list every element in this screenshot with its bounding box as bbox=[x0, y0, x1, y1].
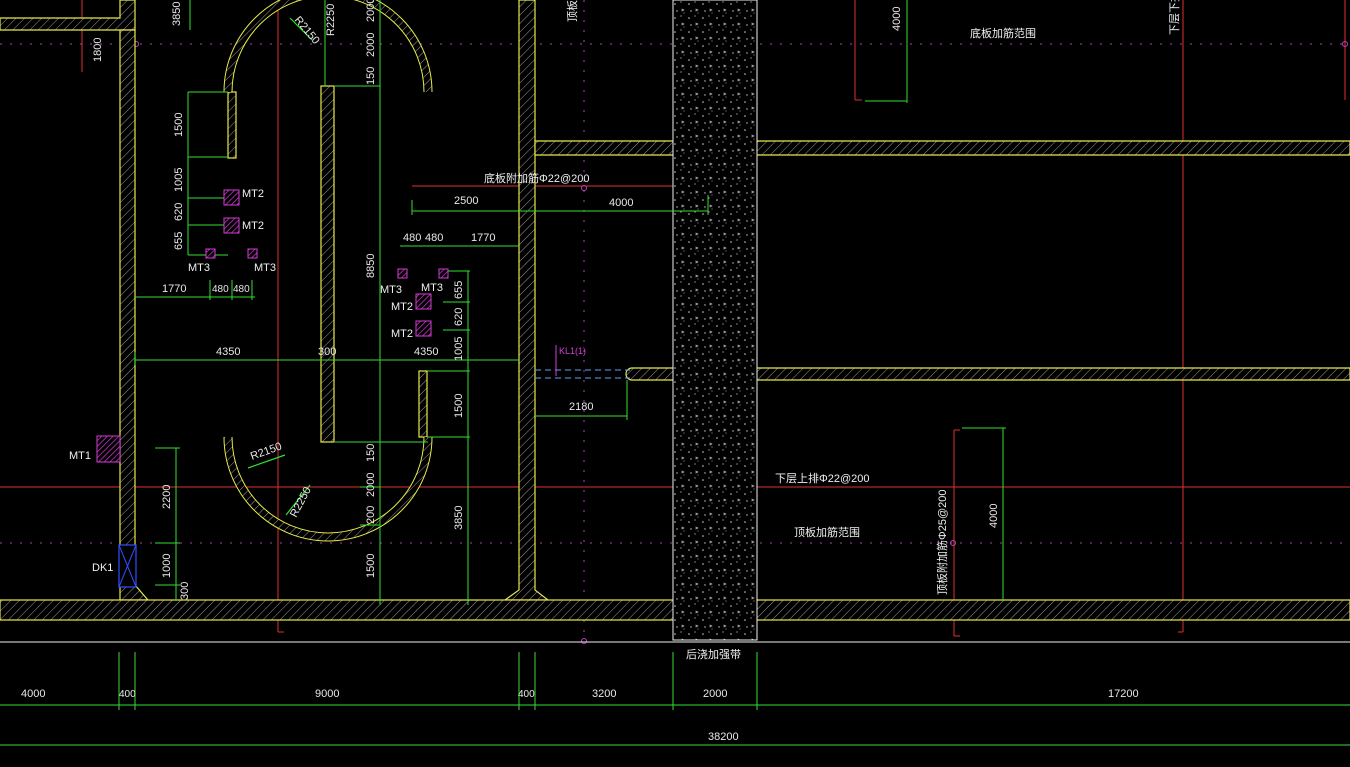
label-top-bars-side: 顶板附加筋Φ25@200 bbox=[935, 489, 949, 595]
mt2-box-d[interactable] bbox=[415, 320, 432, 337]
dim-1800: 1800 bbox=[92, 38, 104, 62]
bottom-dim-9000: 9000 bbox=[315, 688, 339, 700]
dim-2180: 2180 bbox=[569, 401, 593, 413]
bottom-dim-400b: 400 bbox=[518, 689, 535, 700]
mt-components[interactable] bbox=[96, 189, 449, 588]
label-mt3-d: MT3 bbox=[421, 282, 443, 294]
mt2-box-c[interactable] bbox=[415, 293, 432, 310]
dim-200-bot: 200 bbox=[365, 506, 377, 524]
label-mt3-a: MT3 bbox=[188, 262, 210, 274]
dim-4350-left: 4350 bbox=[216, 346, 240, 358]
dim-2500: 2500 bbox=[454, 195, 478, 207]
dim-480-l2: 480 bbox=[233, 284, 250, 295]
label-bottom-bars: 底板附加筋Φ22@200 bbox=[484, 171, 590, 185]
label-mt2-c: MT2 bbox=[391, 301, 413, 313]
mt3-box-c[interactable] bbox=[397, 268, 408, 279]
cad-drawing-canvas[interactable]: 底板加筋范围 下层下排 底板附加筋Φ22@200 顶板 下层上排Φ22@200 … bbox=[0, 0, 1350, 767]
dim-2000-bot: 2000 bbox=[365, 473, 377, 497]
label-mt2-d: MT2 bbox=[391, 328, 413, 340]
dim-8850: 8850 bbox=[365, 254, 377, 278]
dim-2000-a: 2000 bbox=[365, 0, 377, 22]
dim-620-left: 620 bbox=[173, 203, 185, 221]
dim-655-right: 655 bbox=[453, 281, 465, 299]
dim-3850-top: 3850 bbox=[171, 2, 183, 26]
label-mt3-c: MT3 bbox=[380, 284, 402, 296]
bottom-dim-3200: 3200 bbox=[592, 688, 616, 700]
mt1-box[interactable] bbox=[96, 435, 121, 463]
label-mt1: MT1 bbox=[69, 450, 91, 462]
mt2-box-a[interactable] bbox=[223, 189, 240, 206]
dim-1500-bot: 1500 bbox=[365, 554, 377, 578]
dim-4000-bottom-right: 4000 bbox=[988, 504, 1000, 528]
label-next-layer-top: 下层下排 bbox=[1167, 0, 1181, 35]
dk1-box[interactable] bbox=[118, 544, 137, 588]
bottom-dimension-lines bbox=[0, 652, 1350, 746]
mt2-box-b[interactable] bbox=[223, 217, 240, 234]
bottom-dim-17200: 17200 bbox=[1108, 688, 1139, 700]
label-bottom-reinforce-range: 底板加筋范围 bbox=[970, 26, 1036, 40]
label-joint-strip: 后浇加强带 bbox=[686, 648, 741, 661]
dim-1000: 1000 bbox=[161, 554, 173, 578]
bottom-dim-4000: 4000 bbox=[21, 688, 45, 700]
bottom-dim-2000: 2000 bbox=[703, 688, 727, 700]
label-mt2-a: MT2 bbox=[242, 188, 264, 200]
dim-150-top: 150 bbox=[365, 67, 377, 85]
dim-1770-right: 1770 bbox=[471, 232, 495, 244]
dim-480-r1: 480 bbox=[403, 232, 421, 244]
dim-1005-left: 1005 bbox=[173, 168, 185, 192]
label-mt3-b: MT3 bbox=[254, 262, 276, 274]
dim-4000-mid: 4000 bbox=[609, 197, 633, 209]
label-beam-top: 顶板 bbox=[565, 0, 579, 22]
dim-r2250-bot: R2250 bbox=[288, 485, 314, 519]
bottom-dim-38200: 38200 bbox=[708, 731, 739, 743]
dim-3850-bot: 3850 bbox=[453, 506, 465, 530]
dim-480-r2: 480 bbox=[425, 232, 443, 244]
dim-150-bot: 150 bbox=[365, 444, 377, 462]
label-dk1: DK1 bbox=[92, 562, 113, 574]
label-top-reinforce-range: 顶板加筋范围 bbox=[794, 525, 860, 539]
dim-300-mid: 300 bbox=[318, 346, 336, 358]
dim-2000-b: 2000 bbox=[365, 33, 377, 57]
label-mt2-b: MT2 bbox=[242, 220, 264, 232]
dim-480-l1: 480 bbox=[212, 284, 229, 295]
dim-300-bot: 300 bbox=[179, 582, 191, 600]
dim-620-right: 620 bbox=[453, 308, 465, 326]
mt3-box-d[interactable] bbox=[438, 268, 449, 279]
dim-1005-right: 1005 bbox=[453, 337, 465, 361]
dim-2200: 2200 bbox=[161, 485, 173, 509]
dim-1770-left: 1770 bbox=[162, 283, 186, 295]
dim-1500-right: 1500 bbox=[453, 394, 465, 418]
dim-4350-right: 4350 bbox=[414, 346, 438, 358]
dim-4000-top-right: 4000 bbox=[891, 7, 903, 31]
label-lower-top-bars: 下层上排Φ22@200 bbox=[775, 471, 870, 485]
dim-1500-left: 1500 bbox=[173, 113, 185, 137]
mt3-box-b[interactable] bbox=[247, 248, 258, 259]
post-cast-strip bbox=[672, 0, 758, 641]
bottom-dim-400a: 400 bbox=[119, 689, 136, 700]
mt3-box-a[interactable] bbox=[205, 248, 216, 259]
dim-655-left: 655 bbox=[173, 232, 185, 250]
bottom-dimension-texts: 4000 400 9000 400 3200 2000 17200 38200 bbox=[21, 688, 1139, 743]
dim-r2250-top: R2250 bbox=[325, 4, 337, 36]
label-beam-kl: KL1(1) bbox=[559, 346, 586, 356]
dim-r2150-top: R2150 bbox=[292, 14, 322, 47]
